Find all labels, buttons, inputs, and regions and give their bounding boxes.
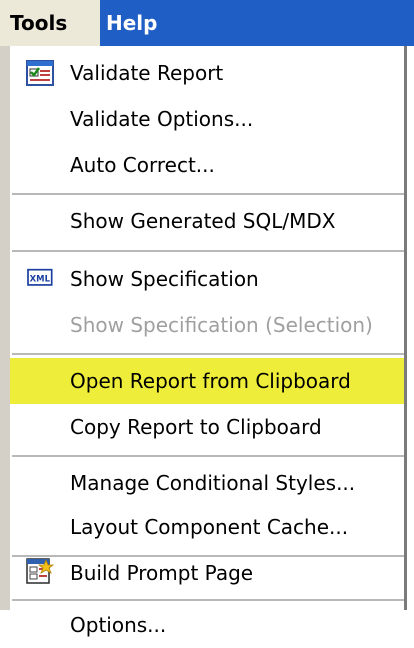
menu-item-layout-component-cache[interactable]: Layout Component Cache... <box>10 504 404 550</box>
menu-item-label: Show Specification (Selection) <box>70 313 373 337</box>
menu-item-label: Show Specification <box>70 267 259 291</box>
validate-report-icon <box>26 60 54 86</box>
menu-right-border <box>404 46 407 610</box>
menu-item-show-specification-selection: Show Specification (Selection) <box>10 302 404 348</box>
menu-gutter <box>0 46 10 610</box>
menu-item-validate-options[interactable]: Validate Options... <box>10 96 404 142</box>
menu-item-label: Copy Report to Clipboard <box>70 415 322 439</box>
menu-separator <box>12 353 404 355</box>
menu-item-manage-conditional-styles[interactable]: Manage Conditional Styles... <box>10 460 404 506</box>
menu-separator <box>12 599 404 601</box>
menu-separator <box>12 455 404 457</box>
menu-item-label: Options... <box>70 613 167 637</box>
menu-item-show-generated-sql-mdx[interactable]: Show Generated SQL/MDX <box>10 198 404 244</box>
menu-help[interactable]: Help <box>100 0 163 46</box>
menu-item-label: Validate Report <box>70 61 224 85</box>
menu-item-label: Layout Component Cache... <box>70 515 349 539</box>
menu-item-auto-correct[interactable]: Auto Correct... <box>10 142 404 188</box>
menu-tools[interactable]: Tools <box>0 0 100 46</box>
menu-item-copy-report-to-clipboard[interactable]: Copy Report to Clipboard <box>10 404 404 450</box>
menu-item-label: Open Report from Clipboard <box>70 369 351 393</box>
menu-item-open-report-from-clipboard[interactable]: Open Report from Clipboard <box>10 358 404 404</box>
tools-dropdown-menu: Validate Report Validate Options... Auto… <box>0 46 407 637</box>
menu-item-label: Validate Options... <box>70 107 254 131</box>
menu-item-options[interactable]: Options... <box>10 602 404 648</box>
xml-icon-text: XML <box>30 274 51 284</box>
menu-item-build-prompt-page[interactable]: Build Prompt Page <box>10 550 404 596</box>
menu-item-label: Show Generated SQL/MDX <box>70 209 336 233</box>
menu-item-label: Build Prompt Page <box>70 561 254 585</box>
xml-icon: XML <box>27 268 53 286</box>
menu-separator <box>12 250 404 252</box>
menu-item-validate-report[interactable]: Validate Report <box>10 50 404 96</box>
menu-separator <box>12 193 404 195</box>
menu-bar: Tools Help <box>0 0 414 46</box>
menu-item-label: Manage Conditional Styles... <box>70 471 356 495</box>
build-prompt-page-icon <box>26 558 54 584</box>
menu-item-show-specification[interactable]: XML Show Specification <box>10 256 404 302</box>
menu-item-label: Auto Correct... <box>70 153 215 177</box>
